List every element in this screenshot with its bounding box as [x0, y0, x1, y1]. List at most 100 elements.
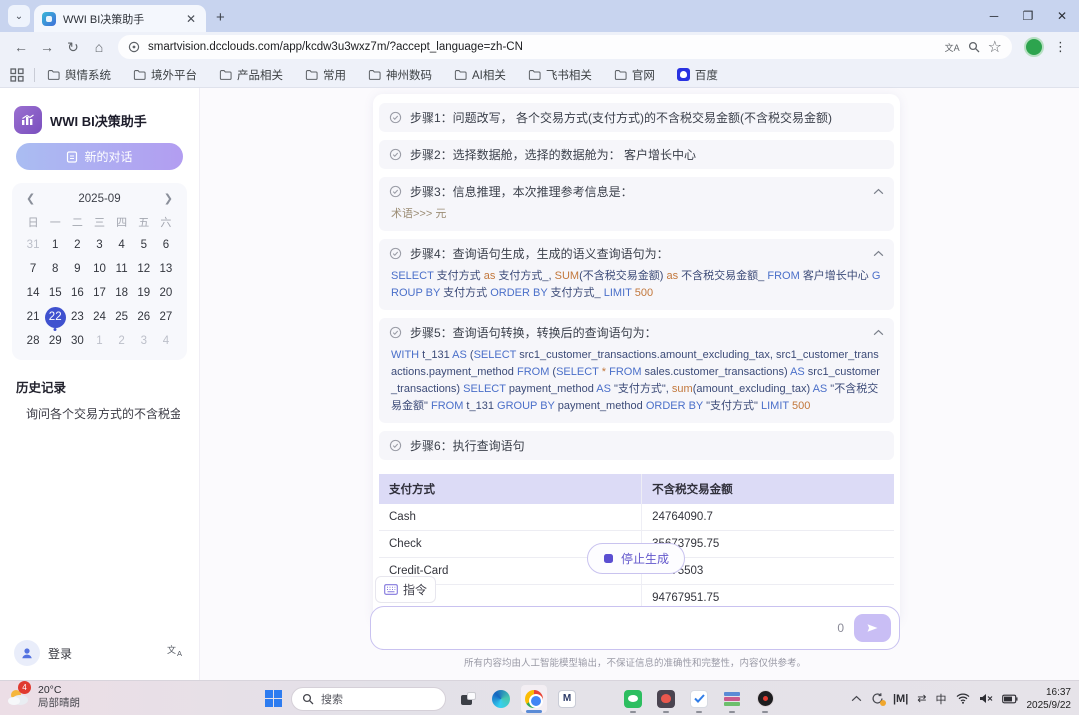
bookmark-item[interactable]: 常用 — [305, 67, 346, 83]
calendar-day[interactable]: 4 — [155, 329, 177, 353]
home-icon[interactable]: ⌂ — [86, 35, 112, 59]
calendar-day[interactable]: 28 — [22, 329, 44, 353]
bookmark-item[interactable]: 百度 — [677, 67, 718, 83]
calendar-day[interactable]: 18 — [111, 281, 133, 305]
calendar-day[interactable]: 4 — [111, 233, 133, 257]
bookmark-star-icon[interactable]: ☆ — [988, 37, 1002, 57]
calendar-day[interactable]: 23 — [66, 305, 88, 329]
calendar-prev-icon[interactable]: ❮ — [22, 192, 39, 205]
forward-icon[interactable]: → — [34, 35, 60, 59]
tab-close-icon[interactable]: ✕ — [184, 12, 198, 26]
tray-chevron-up-icon[interactable] — [851, 695, 862, 702]
taskbar-app-recorder-app[interactable] — [752, 685, 778, 713]
back-icon[interactable]: ← — [8, 35, 34, 59]
calendar-day[interactable]: 26 — [133, 305, 155, 329]
ime-indicator[interactable]: 中 — [936, 691, 947, 707]
bookmark-item[interactable]: AI相关 — [454, 67, 506, 83]
command-button[interactable]: 指令 — [375, 576, 436, 603]
calendar-next-icon[interactable]: ❯ — [160, 192, 177, 205]
calendar-day[interactable]: 7 — [22, 257, 44, 281]
new-chat-button[interactable]: 新的对话 — [16, 143, 183, 170]
tab-search-button[interactable]: ⌄ — [8, 5, 30, 27]
table-header-row: 支付方式不含税交易金额 — [379, 474, 894, 504]
calendar-day[interactable]: 1 — [88, 329, 110, 353]
battery-icon[interactable] — [1002, 694, 1018, 704]
calendar-day[interactable]: 20 — [155, 281, 177, 305]
taskbar-app-cat-app[interactable] — [653, 685, 679, 713]
message-input[interactable] — [383, 621, 837, 635]
weather-widget[interactable]: 4 20°C 局部晴朗 — [6, 684, 80, 710]
tray-marktext-icon[interactable]: |M| — [893, 693, 908, 705]
calendar-day[interactable]: 14 — [22, 281, 44, 305]
calendar-day[interactable]: 8 — [44, 257, 66, 281]
calendar-day[interactable]: 19 — [133, 281, 155, 305]
apps-grid-icon[interactable] — [10, 68, 24, 82]
calendar-day[interactable]: 1 — [44, 233, 66, 257]
site-settings-icon[interactable] — [128, 41, 140, 53]
calendar-day[interactable]: 2 — [111, 329, 133, 353]
wifi-icon[interactable] — [956, 693, 970, 704]
taskbar-app-file-explorer[interactable] — [587, 685, 613, 713]
collapse-chevron-icon[interactable] — [873, 329, 884, 336]
calendar-day[interactable]: 22 — [44, 305, 66, 329]
send-button[interactable] — [854, 614, 891, 642]
tray-network-activity-icon[interactable]: ⇄ — [917, 692, 926, 705]
bookmark-item[interactable]: 舆情系统 — [47, 67, 111, 83]
language-toggle-icon[interactable]: 文A — [167, 643, 183, 658]
collapse-chevron-icon[interactable] — [873, 188, 884, 195]
calendar-day[interactable]: 9 — [66, 257, 88, 281]
taskbar-app-green-messaging-app[interactable] — [620, 685, 646, 713]
calendar-day[interactable]: 17 — [88, 281, 110, 305]
taskbar-app-marktext-app[interactable]: M — [554, 685, 580, 713]
calendar-day[interactable]: 21 — [22, 305, 44, 329]
calendar-day[interactable]: 27 — [155, 305, 177, 329]
tray-sync-icon[interactable] — [871, 692, 884, 705]
calendar-day[interactable]: 2 — [66, 233, 88, 257]
stop-generation-button[interactable]: 停止生成 — [587, 543, 685, 574]
bookmark-item[interactable]: 神州数码 — [368, 67, 432, 83]
zoom-icon[interactable] — [968, 41, 980, 53]
window-minimize-button[interactable]: ─ — [977, 9, 1011, 23]
calendar-day[interactable]: 15 — [44, 281, 66, 305]
bookmark-item[interactable]: 官网 — [614, 67, 655, 83]
translate-icon[interactable]: 文A — [945, 41, 960, 54]
calendar-day[interactable]: 6 — [155, 233, 177, 257]
taskbar-clock[interactable]: 16:37 2025/9/22 — [1027, 686, 1072, 712]
calendar-day[interactable]: 12 — [133, 257, 155, 281]
calendar-day[interactable]: 25 — [111, 305, 133, 329]
history-item[interactable]: 询问各个交易方式的不含税金额 — [26, 405, 180, 422]
window-maximize-button[interactable]: ❐ — [1011, 9, 1045, 23]
reload-icon[interactable]: ↻ — [60, 35, 86, 59]
calendar-day[interactable]: 29 — [44, 329, 66, 353]
taskbar-search[interactable]: 搜索 — [291, 687, 446, 711]
taskbar-app-task-view[interactable] — [455, 685, 481, 713]
taskbar-app-chrome-browser[interactable] — [521, 685, 547, 713]
bookmark-item[interactable]: 境外平台 — [133, 67, 197, 83]
calendar-day[interactable]: 30 — [66, 329, 88, 353]
start-button[interactable] — [265, 690, 282, 707]
calendar-day[interactable]: 5 — [133, 233, 155, 257]
calendar-day[interactable]: 10 — [88, 257, 110, 281]
collapse-chevron-icon[interactable] — [873, 250, 884, 257]
window-close-button[interactable]: ✕ — [1045, 9, 1079, 23]
calendar-day[interactable]: 3 — [88, 233, 110, 257]
login-button[interactable]: 登录 — [14, 640, 72, 666]
calendar-day[interactable]: 13 — [155, 257, 177, 281]
url-text[interactable]: smartvision.dcclouds.com/app/kcdw3u3wxz7… — [148, 41, 937, 53]
calendar-day[interactable]: 3 — [133, 329, 155, 353]
taskbar-app-blue-checkmark-app[interactable] — [686, 685, 712, 713]
profile-avatar[interactable] — [1024, 37, 1044, 57]
calendar-day[interactable]: 16 — [66, 281, 88, 305]
new-tab-button[interactable]: + — [216, 9, 225, 26]
browser-menu-icon[interactable]: ⋮ — [1050, 39, 1071, 55]
volume-muted-icon[interactable] — [979, 693, 993, 704]
bookmark-item[interactable]: 飞书相关 — [528, 67, 592, 83]
bookmark-item[interactable]: 产品相关 — [219, 67, 283, 83]
browser-tab[interactable]: WWI BI决策助手 ✕ — [34, 5, 206, 32]
calendar-day[interactable]: 24 — [88, 305, 110, 329]
url-bar[interactable]: smartvision.dcclouds.com/app/kcdw3u3wxz7… — [118, 35, 1012, 59]
taskbar-app-edge-browser[interactable] — [488, 685, 514, 713]
calendar-day[interactable]: 11 — [111, 257, 133, 281]
taskbar-app-winrar[interactable] — [719, 685, 745, 713]
calendar-day[interactable]: 31 — [22, 233, 44, 257]
